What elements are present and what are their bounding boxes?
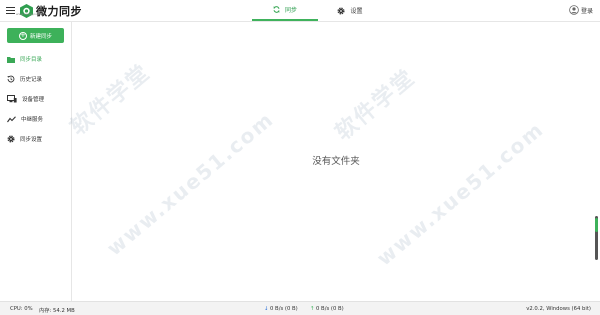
download-rate: 0 B/s (0 B) — [270, 305, 298, 312]
watermark-cn: 软件学堂 — [65, 59, 156, 141]
gear-icon — [7, 135, 15, 143]
login-button[interactable]: 登录 — [569, 5, 593, 15]
sidebar-item-sync-folders[interactable]: 同步目录 — [0, 52, 71, 66]
upload-rate: 0 B/s (0 B) — [316, 305, 344, 312]
empty-state-text: 没有文件夹 — [312, 156, 360, 167]
sidebar-item-sync-settings[interactable]: 同步设置 — [0, 132, 71, 146]
scrollbar-thumb[interactable] — [595, 218, 598, 232]
main-content: 软件学堂 www.xue51.com 软件学堂 www.xue51.com 没有… — [66, 22, 600, 301]
sidebar: + 新建同步 同步目录 历史记录 设备管理 中继服务 同步设置 — [0, 22, 72, 301]
history-icon — [7, 75, 15, 83]
login-label: 登录 — [580, 7, 593, 15]
tab-settings[interactable]: 设置 — [330, 0, 370, 21]
version-info: v2.0.2, Windows (64 bit) — [526, 305, 591, 312]
plus-icon: + — [18, 31, 27, 40]
menu-icon[interactable] — [6, 7, 15, 15]
sidebar-item-label: 历史记录 — [20, 77, 43, 83]
watermark-url: www.xue51.com — [372, 116, 549, 271]
folder-icon — [7, 56, 15, 63]
new-sync-label: 新建同步 — [29, 33, 52, 40]
memory-usage: 内存: 54.2 MB — [39, 307, 75, 314]
tab-sync-label: 同步 — [284, 7, 297, 14]
upload-arrow-icon: ↑ — [310, 305, 315, 312]
sidebar-item-history[interactable]: 历史记录 — [0, 72, 71, 86]
sidebar-item-label: 同步设置 — [20, 137, 43, 143]
sidebar-item-devices[interactable]: 设备管理 — [0, 92, 71, 106]
watermark-url: www.xue51.com — [102, 106, 279, 261]
sidebar-item-label: 中继服务 — [21, 117, 44, 123]
device-icon — [7, 95, 17, 103]
watermark-cn: 软件学堂 — [330, 64, 421, 146]
cpu-usage: CPU: 0% — [10, 305, 33, 312]
gear-icon — [337, 6, 346, 15]
tab-settings-label: 设置 — [350, 8, 363, 15]
sidebar-item-label: 同步目录 — [20, 57, 43, 63]
sidebar-item-relay[interactable]: 中继服务 — [0, 112, 71, 126]
user-icon — [569, 5, 579, 15]
download-arrow-icon: ↓ — [264, 305, 269, 312]
sidebar-item-label: 设备管理 — [22, 97, 45, 103]
app-logo: 微力同步 — [20, 3, 82, 19]
app-url: www.verysync.com — [16, 12, 45, 16]
relay-chart-icon — [7, 115, 16, 122]
sync-icon — [273, 6, 280, 13]
tab-sync[interactable]: 同步 — [252, 0, 318, 21]
top-bar: 微力同步 www.verysync.com 同步 设置 登录 — [0, 0, 600, 22]
status-bar: CPU: 0% 内存: 54.2 MB ↓ 0 B/s (0 B) ↑ 0 B/… — [0, 301, 600, 315]
new-sync-button[interactable]: + 新建同步 — [7, 28, 64, 43]
